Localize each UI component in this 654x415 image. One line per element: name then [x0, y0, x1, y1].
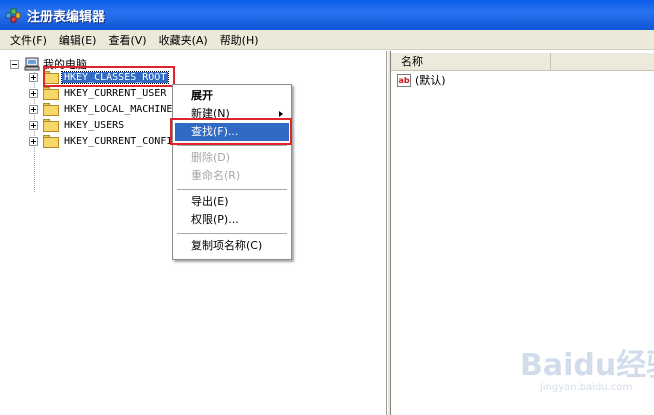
expand-icon[interactable]	[29, 88, 38, 98]
annotation-highlight-box	[43, 66, 175, 87]
menu-separator	[177, 233, 287, 234]
folder-icon	[43, 118, 59, 132]
context-menu: 展开 新建(N) 查找(F)... 删除(D) 重命名(R) 导出(E) 权限(…	[172, 84, 292, 260]
expand-icon[interactable]	[29, 72, 38, 82]
watermark-brand: Baidu经验	[520, 348, 654, 383]
collapse-icon[interactable]	[10, 59, 19, 69]
tree-item-label: HKEY_LOCAL_MACHINE	[64, 103, 173, 115]
tree-item-hkey-current-config[interactable]: HKEY_CURRENT_CONFIG	[29, 133, 180, 149]
menu-favorites[interactable]: 收藏夹(A)	[153, 32, 214, 48]
folder-icon	[43, 86, 59, 100]
tree-item-label: HKEY_CURRENT_USER	[64, 87, 167, 99]
column-header-name[interactable]: 名称	[391, 52, 551, 71]
menu-help[interactable]: 帮助(H)	[214, 32, 265, 48]
menu-item-export[interactable]: 导出(E)	[175, 193, 289, 211]
window-title: 注册表编辑器	[27, 9, 106, 25]
menu-view[interactable]: 查看(V)	[102, 32, 152, 48]
tree-item-label: HKEY_USERS	[64, 119, 125, 131]
expand-icon[interactable]	[29, 120, 38, 130]
menu-separator	[177, 189, 287, 190]
menu-bar: 文件(F) 编辑(E) 查看(V) 收藏夹(A) 帮助(H)	[0, 30, 654, 50]
title-bar[interactable]: 注册表编辑器	[0, 0, 654, 30]
menu-item-rename[interactable]: 重命名(R)	[175, 167, 289, 185]
menu-item-expand[interactable]: 展开	[175, 87, 289, 105]
watermark-url: jingyan.baidu.com	[540, 382, 633, 393]
expand-icon[interactable]	[29, 136, 38, 146]
submenu-arrow-icon	[279, 111, 283, 117]
expand-icon[interactable]	[29, 104, 38, 114]
annotation-highlight-box	[170, 118, 292, 145]
folder-icon	[43, 134, 59, 148]
menu-separator	[177, 145, 287, 146]
string-value-icon: ab	[397, 73, 411, 87]
tree-item-hkey-users[interactable]: HKEY_USERS	[29, 117, 126, 133]
regedit-icon	[5, 7, 21, 23]
tree-item-hkey-current-user[interactable]: HKEY_CURRENT_USER	[29, 85, 168, 101]
menu-item-copy-key-name[interactable]: 复制项名称(C)	[175, 237, 289, 255]
tree-item-label: HKEY_CURRENT_CONFIG	[64, 135, 179, 147]
menu-item-delete[interactable]: 删除(D)	[175, 149, 289, 167]
folder-icon	[43, 102, 59, 116]
menu-item-permissions[interactable]: 权限(P)...	[175, 211, 289, 229]
baidu-watermark: Baidu经验 jingyan.baidu.com	[520, 340, 654, 410]
list-item[interactable]: ab (默认)	[397, 72, 446, 88]
value-name: (默认)	[415, 74, 446, 87]
column-header: 名称	[391, 52, 654, 71]
tree-item-hkey-local-machine[interactable]: HKEY_LOCAL_MACHINE	[29, 101, 174, 117]
menu-edit[interactable]: 编辑(E)	[53, 32, 103, 48]
menu-file[interactable]: 文件(F)	[4, 32, 53, 48]
